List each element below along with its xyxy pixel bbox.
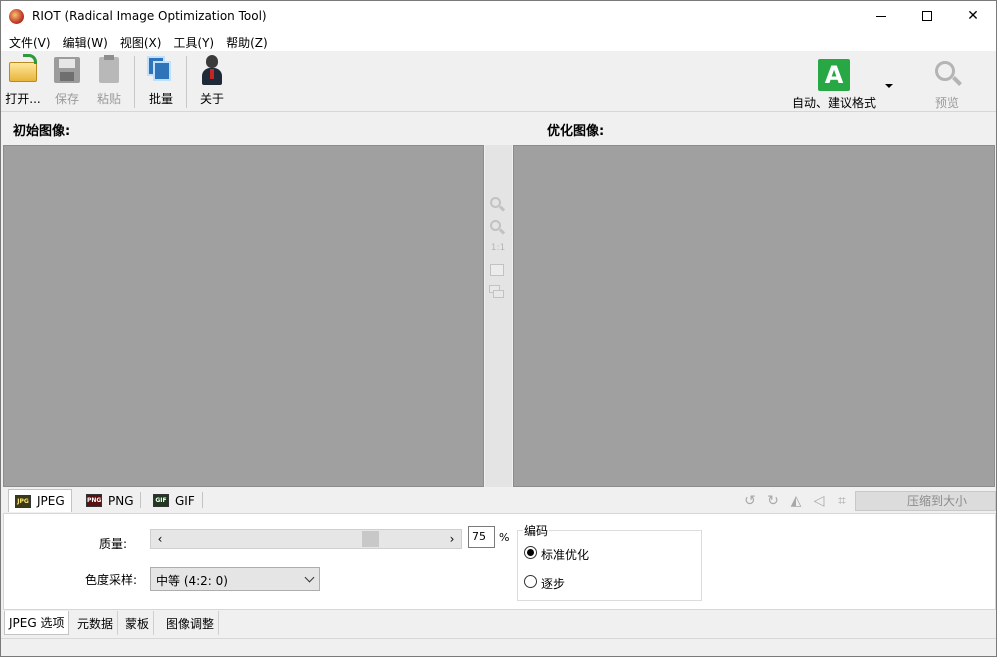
- toolbar-separator: [186, 56, 187, 108]
- quality-label: 质量:: [99, 537, 128, 551]
- open-label: 打开...: [5, 92, 41, 106]
- app-window: RIOT (Radical Image Optimization Tool) ✕…: [0, 0, 997, 657]
- chroma-subsampling-value: 中等 (4:2: 0): [156, 574, 228, 588]
- paste-button[interactable]: 粘贴: [91, 54, 127, 110]
- auto-format-icon: A: [818, 59, 850, 91]
- open-folder-icon: [7, 54, 39, 86]
- tab-metadata[interactable]: 元数据: [73, 611, 119, 635]
- menu-view[interactable]: 视图(X): [114, 31, 168, 51]
- menu-help[interactable]: 帮助(Z): [220, 31, 274, 51]
- maximize-icon: [922, 11, 932, 21]
- tab-separator: [202, 492, 203, 508]
- percent-label: %: [499, 531, 510, 544]
- optimized-image-pane[interactable]: [513, 145, 995, 487]
- tab-jpeg[interactable]: JPG JPEG: [8, 489, 72, 512]
- original-image-title: 初始图像:: [13, 124, 71, 139]
- save-label: 保存: [54, 92, 79, 106]
- radio-progressive-label[interactable]: 逐步: [541, 575, 565, 592]
- gif-file-icon: GIF: [153, 494, 169, 507]
- tab-jpeg-label: JPEG: [37, 494, 65, 508]
- maximize-button[interactable]: [904, 1, 950, 31]
- chroma-subsampling-label: 色度采样:: [85, 573, 138, 587]
- flip-vertical-icon[interactable]: ◁: [811, 493, 827, 509]
- compare-icon[interactable]: [489, 285, 505, 299]
- tab-png-label: PNG: [108, 493, 134, 508]
- tab-gif-label: GIF: [175, 493, 195, 508]
- open-button[interactable]: 打开...: [3, 54, 43, 110]
- radio-standard-optimized-label[interactable]: 标准优化: [541, 546, 589, 563]
- rotate-right-icon[interactable]: ↻: [765, 493, 781, 509]
- jpeg-file-icon: JPG: [15, 494, 31, 508]
- title-bar: RIOT (Radical Image Optimization Tool) ✕: [1, 1, 996, 31]
- original-image-pane[interactable]: [3, 145, 484, 487]
- radio-progressive[interactable]: [524, 575, 537, 588]
- zoom-in-icon[interactable]: [489, 196, 506, 212]
- status-bar: [1, 638, 996, 656]
- menu-tools[interactable]: 工具(Y): [167, 31, 220, 51]
- slider-left-arrow-icon[interactable]: ‹: [152, 531, 168, 547]
- about-person-icon: [196, 54, 228, 86]
- tab-png[interactable]: PNG PNG: [80, 489, 140, 512]
- tab-separator: [140, 492, 141, 508]
- close-button[interactable]: ✕: [950, 1, 996, 31]
- menu-edit[interactable]: 编辑(W): [57, 31, 114, 51]
- option-tabs: JPEG 选项 元数据 蒙板 图像调整: [1, 611, 996, 635]
- encoding-title: 编码: [523, 522, 550, 539]
- paste-clipboard-icon: [93, 54, 125, 86]
- toolbar: 打开... 保存 粘贴 批量 关于 A 自动、建议格式 预览: [1, 52, 996, 112]
- tab-image-adjust[interactable]: 图像调整: [162, 611, 220, 635]
- window-title: RIOT (Radical Image Optimization Tool): [32, 9, 267, 23]
- crop-icon[interactable]: ⌗: [834, 493, 850, 509]
- batch-button[interactable]: 批量: [143, 54, 179, 110]
- minimize-icon: [876, 15, 886, 17]
- menu-bar: 文件(V) 编辑(W) 视图(X) 工具(Y) 帮助(Z): [1, 31, 996, 51]
- close-icon: ✕: [967, 8, 979, 24]
- slider-right-arrow-icon[interactable]: ›: [444, 531, 460, 547]
- save-disk-icon: [51, 54, 83, 86]
- auto-format-label: 自动、建议格式: [791, 96, 876, 110]
- optimized-image-title: 优化图像:: [547, 124, 605, 139]
- quality-input[interactable]: 75: [468, 526, 495, 548]
- auto-format-button[interactable]: A 自动、建议格式: [789, 54, 879, 110]
- minimize-button[interactable]: [858, 1, 904, 31]
- jpeg-options-panel: [3, 513, 996, 610]
- radio-standard-optimized[interactable]: [524, 546, 537, 559]
- actual-size-button[interactable]: 1:1: [489, 243, 507, 253]
- fit-icon[interactable]: [490, 264, 504, 276]
- zoom-out-icon[interactable]: [489, 219, 506, 235]
- auto-format-dropdown-icon[interactable]: [885, 84, 893, 88]
- batch-label: 批量: [148, 92, 173, 106]
- flip-horizontal-icon[interactable]: ◭: [788, 493, 804, 509]
- compress-to-size-button[interactable]: 压缩到大小: [855, 491, 996, 511]
- preview-button[interactable]: 预览: [925, 54, 969, 110]
- menu-file[interactable]: 文件(V): [3, 31, 57, 51]
- tab-mask[interactable]: 蒙板: [121, 611, 155, 635]
- about-button[interactable]: 关于: [194, 54, 230, 110]
- quality-slider-thumb[interactable]: [361, 531, 379, 547]
- chevron-down-icon: [304, 572, 315, 583]
- save-button[interactable]: 保存: [49, 54, 85, 110]
- toolbar-separator: [134, 56, 135, 108]
- tab-gif[interactable]: GIF GIF: [147, 489, 201, 512]
- tab-jpeg-options[interactable]: JPEG 选项: [4, 611, 70, 635]
- preview-label: 预览: [934, 96, 959, 110]
- app-icon: [9, 9, 24, 24]
- png-file-icon: PNG: [86, 494, 102, 507]
- rotate-left-icon[interactable]: ↺: [742, 493, 758, 509]
- paste-label: 粘贴: [96, 92, 121, 106]
- quality-slider[interactable]: ‹ ›: [150, 529, 462, 549]
- preview-magnifier-icon: [931, 59, 963, 91]
- batch-icon: [145, 54, 177, 86]
- about-label: 关于: [199, 92, 224, 106]
- chroma-subsampling-select[interactable]: 中等 (4:2: 0): [150, 567, 320, 591]
